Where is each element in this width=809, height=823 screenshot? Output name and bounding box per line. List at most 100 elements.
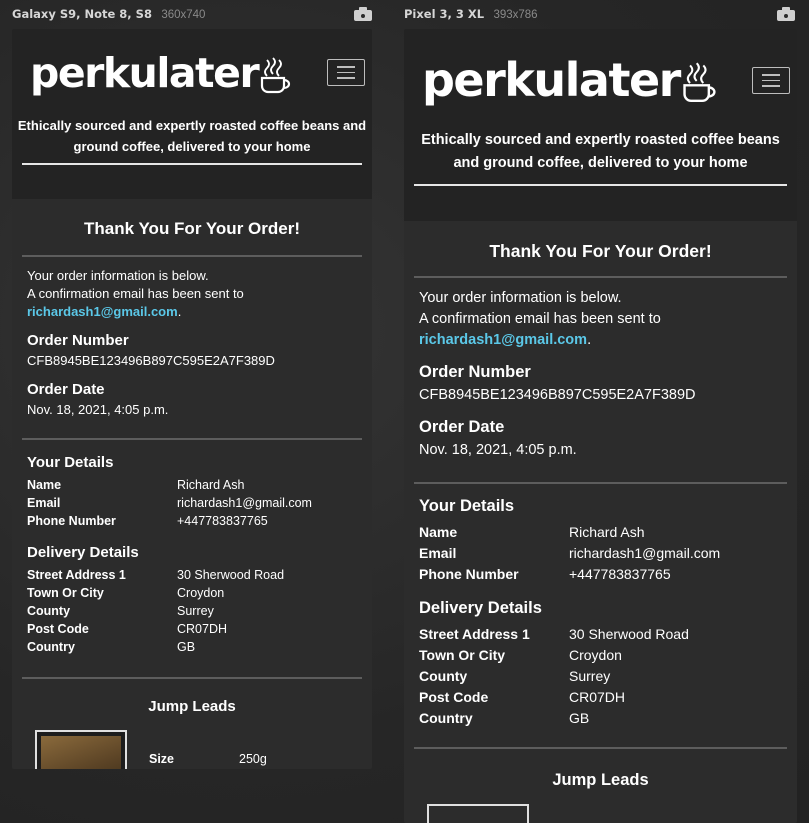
detail-value: Richard Ash xyxy=(569,524,645,540)
your-details-heading: Your Details xyxy=(419,497,515,515)
order-number-label: Order Number xyxy=(27,332,129,349)
email-link[interactable]: richardash1@gmail.com xyxy=(27,304,178,319)
device-bar: Galaxy S9, Note 8, S8 360x740 xyxy=(10,0,374,28)
detail-value: richardash1@gmail.com xyxy=(569,545,721,561)
delivery-value: GB xyxy=(569,710,590,726)
intro-line-2: A confirmation email has been sent to xyxy=(419,311,661,327)
detail-value: Richard Ash xyxy=(177,478,245,492)
delivery-value: Croydon xyxy=(177,586,225,600)
delivery-details-heading: Delivery Details xyxy=(419,599,542,617)
site-tagline: Ethically sourced and expertly roasted c… xyxy=(404,129,797,175)
divider xyxy=(22,677,362,679)
delivery-value: Croydon xyxy=(569,647,622,663)
order-number-value: CFB8945BE123496B897C595E2A7F389D xyxy=(27,353,275,368)
nav-toggle-button[interactable] xyxy=(327,59,365,86)
delivery-value: 30 Sherwood Road xyxy=(569,626,689,642)
detail-label: Email xyxy=(27,496,61,510)
delivery-label: Street Address 1 xyxy=(419,626,530,642)
thank-you-heading: Thank You For Your Order! xyxy=(489,241,712,261)
divider xyxy=(22,438,362,440)
site-logo[interactable]: perkulater xyxy=(30,49,293,97)
delivery-label: Town Or City xyxy=(419,647,506,663)
divider xyxy=(414,747,787,749)
delivery-value: GB xyxy=(177,640,196,654)
email-link[interactable]: richardash1@gmail.com xyxy=(419,332,587,348)
order-date-value: Nov. 18, 2021, 4:05 p.m. xyxy=(419,442,577,458)
site-logo[interactable]: perkulater xyxy=(422,53,719,107)
detail-label: Phone Number xyxy=(27,514,116,528)
screen-galaxy: perkulater Ethically sourced and expertl… xyxy=(12,29,372,769)
site-header: perkulater Ethically sourced and expertl… xyxy=(12,29,372,199)
delivery-label: Post Code xyxy=(27,622,89,636)
order-date-label: Order Date xyxy=(27,381,105,398)
site-tagline: Ethically sourced and expertly roasted c… xyxy=(12,115,372,157)
device-galaxy: Galaxy S9, Note 8, S8 360x740 xyxy=(10,0,374,28)
divider xyxy=(22,255,362,257)
detail-label: Name xyxy=(419,524,458,540)
delivery-value: 30 Sherwood Road xyxy=(177,568,285,582)
product-name: Jump Leads xyxy=(148,698,236,715)
product-name: Jump Leads xyxy=(552,771,649,789)
device-bar: Pixel 3, 3 XL 393x786 xyxy=(402,0,797,28)
delivery-label: Country xyxy=(27,640,75,654)
screen-pixel: perkulater Ethically sourced and expertl… xyxy=(404,29,797,823)
delivery-details-heading: Delivery Details xyxy=(27,544,139,561)
delivery-label: County xyxy=(419,668,468,684)
header-divider xyxy=(22,163,362,165)
delivery-value: CR07DH xyxy=(177,622,228,636)
confirmation-email: richardash1@gmail.com. xyxy=(419,332,591,348)
delivery-value: Surrey xyxy=(177,604,214,618)
confirmation-email: richardash1@gmail.com. xyxy=(27,304,181,319)
delivery-label: Town Or City xyxy=(27,586,104,600)
size-value: 250g xyxy=(239,752,267,766)
divider xyxy=(414,276,787,278)
device-label: Galaxy S9, Note 8, S8 360x740 xyxy=(12,7,205,21)
detail-value: richardash1@gmail.com xyxy=(177,496,312,510)
period: . xyxy=(587,332,592,348)
product-image[interactable] xyxy=(427,804,529,823)
header-divider xyxy=(414,184,787,186)
tagline-line-2: and ground coffee, delivered to your hom… xyxy=(453,155,748,171)
device-size: 393x786 xyxy=(493,9,538,21)
detail-label: Name xyxy=(27,478,62,492)
intro-line-1: Your order information is below. xyxy=(27,268,209,283)
order-number-label: Order Number xyxy=(419,363,531,381)
tagline-line-1: Ethically sourced and expertly roasted c… xyxy=(421,132,780,148)
tagline-line-2: ground coffee, delivered to your home xyxy=(73,139,311,154)
period: . xyxy=(177,304,182,319)
coffee-cup-icon xyxy=(261,57,291,94)
intro-line-1: Your order information is below. xyxy=(419,290,622,306)
thank-you-heading: Thank You For Your Order! xyxy=(84,219,300,238)
device-name: Galaxy S9, Note 8, S8 xyxy=(12,7,152,21)
logo-text: perkulater xyxy=(422,53,681,107)
detail-value: +447783837765 xyxy=(569,566,671,582)
delivery-label: Post Code xyxy=(419,689,489,705)
logo-text: perkulater xyxy=(30,49,260,97)
tagline-line-1: Ethically sourced and expertly roasted c… xyxy=(17,118,367,133)
screenshot-camera-icon[interactable] xyxy=(354,7,372,21)
detail-value: +447783837765 xyxy=(177,514,268,528)
screenshot-camera-icon[interactable] xyxy=(777,7,795,21)
delivery-label: Country xyxy=(419,710,473,726)
divider xyxy=(414,482,787,484)
coffee-cup-icon xyxy=(683,62,716,103)
device-label: Pixel 3, 3 XL 393x786 xyxy=(404,7,538,21)
site-header: perkulater Ethically sourced and expertl… xyxy=(404,29,797,221)
size-label: Size xyxy=(149,752,175,766)
device-pixel: Pixel 3, 3 XL 393x786 xyxy=(402,0,797,28)
device-name: Pixel 3, 3 XL xyxy=(404,7,485,21)
nav-toggle-button[interactable] xyxy=(752,67,790,94)
product-image[interactable] xyxy=(35,730,127,769)
intro-line-2: A confirmation email has been sent to xyxy=(27,286,244,301)
detail-label: Phone Number xyxy=(419,566,519,582)
order-date-label: Order Date xyxy=(419,418,505,436)
order-number-value: CFB8945BE123496B897C595E2A7F389D xyxy=(419,387,696,403)
delivery-value: CR07DH xyxy=(569,689,626,705)
delivery-value: Surrey xyxy=(569,668,611,684)
order-date-value: Nov. 18, 2021, 4:05 p.m. xyxy=(27,402,169,417)
device-size: 360x740 xyxy=(161,9,206,21)
detail-label: Email xyxy=(419,545,457,561)
delivery-label: Street Address 1 xyxy=(27,568,126,582)
delivery-label: County xyxy=(27,604,71,618)
your-details-heading: Your Details xyxy=(27,454,114,471)
